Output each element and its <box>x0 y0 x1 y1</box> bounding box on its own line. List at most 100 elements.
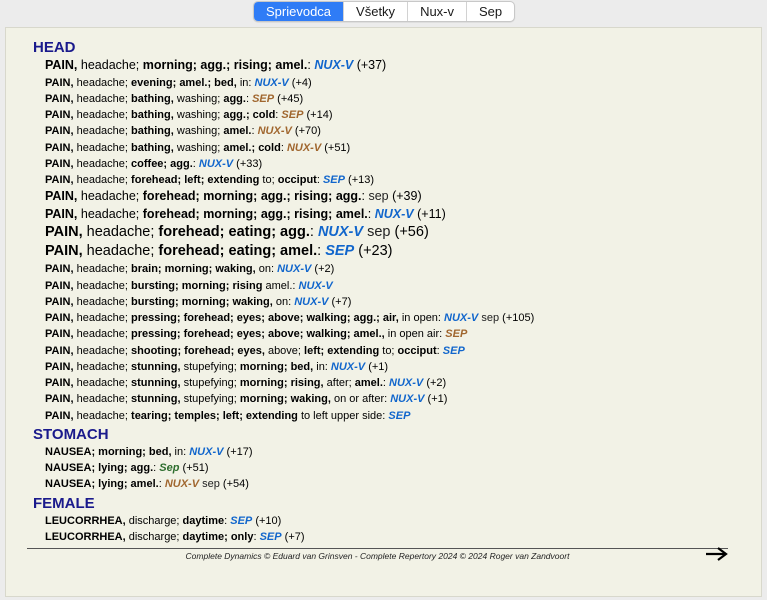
rubric-term: bathing, <box>131 92 174 105</box>
rubric-text: discharge; <box>125 530 183 543</box>
rubric-row[interactable]: NAUSEA; lying; amel.: NUX-V sep (+54) <box>33 476 743 492</box>
rubric-row[interactable]: PAIN, headache; forehead; morning; agg.;… <box>33 206 743 224</box>
remedy-link[interactable]: sep <box>367 224 390 240</box>
rubric-row[interactable]: PAIN, headache; forehead; eating; amel.:… <box>33 242 743 261</box>
remedy-link[interactable]: SEP <box>388 410 410 422</box>
rubric-text: (+51) <box>179 462 209 474</box>
rubric-text: headache; <box>73 174 132 186</box>
rubric-term: PAIN, <box>45 377 74 389</box>
rubric-text: (+4) <box>288 76 312 89</box>
rubric-text: in open air: <box>384 328 446 341</box>
rubric-term: morning; agg.; rising; amel. <box>142 58 308 72</box>
remedy-link[interactable]: NUX-V <box>255 77 289 89</box>
rubric-term: bathing, <box>131 109 174 121</box>
rubric-row[interactable]: PAIN, headache; tearing; temples; left; … <box>33 408 743 424</box>
rubric-text: headache; <box>77 189 143 204</box>
rubric-term: morning; waking, <box>239 393 331 406</box>
rubric-text: washing; <box>173 92 224 105</box>
arrow-right-icon[interactable] <box>705 546 729 562</box>
remedy-link[interactable]: NUX-V <box>314 58 353 72</box>
rubric-term: occiput <box>397 344 437 357</box>
tab-sep[interactable]: Sep <box>466 2 514 21</box>
rubric-text: headache; <box>73 92 132 105</box>
rubric-term: NAUSEA; morning; bed, <box>45 445 172 458</box>
rubric-row[interactable]: LEUCORRHEA, discharge; daytime; only: SE… <box>33 529 743 545</box>
remedy-link[interactable]: NUX-V <box>165 478 199 490</box>
chapter-heading[interactable]: STOMACH <box>33 426 743 444</box>
rubric-term: tearing; temples; left; extending <box>131 409 298 422</box>
rubric-text: (+1) <box>424 393 448 406</box>
remedy-link[interactable]: NUX-V <box>199 158 233 170</box>
rubric-text: stupefying; <box>180 360 240 373</box>
rubric-text: headache; <box>73 312 132 324</box>
rubric-text: headache; <box>82 224 159 241</box>
remedy-link[interactable]: NUX-V <box>258 125 292 137</box>
rubric-row[interactable]: PAIN, headache; brain; morning; waking, … <box>33 261 743 277</box>
rubric-term: PAIN, <box>45 92 74 105</box>
rubric-text: in open: <box>398 312 445 324</box>
rubric-row[interactable]: PAIN, headache; forehead; eating; agg.: … <box>33 223 743 242</box>
remedy-link[interactable]: SEP <box>325 243 354 259</box>
rubric-row[interactable]: PAIN, headache; morning; agg.; rising; a… <box>33 57 743 75</box>
chapter-heading[interactable]: FEMALE <box>33 495 743 513</box>
remedy-link[interactable]: sep <box>202 478 220 490</box>
rubric-term: forehead; left; extending <box>131 174 260 186</box>
tab-nux-v[interactable]: Nux-v <box>407 2 466 21</box>
remedy-link[interactable]: Sep <box>159 462 179 474</box>
rubric-row[interactable]: PAIN, headache; bathing, washing; agg.: … <box>33 91 743 107</box>
rubric-row[interactable]: PAIN, headache; forehead; left; extendin… <box>33 172 743 188</box>
remedy-link[interactable]: sep <box>481 312 499 324</box>
remedy-link[interactable]: NUX-V <box>389 377 423 389</box>
tab-sprievodca[interactable]: Sprievodca <box>254 2 344 21</box>
rubric-text: headache; <box>73 157 132 170</box>
rubric-term: PAIN, <box>45 279 74 292</box>
remedy-link[interactable]: NUX-V <box>277 263 311 275</box>
rubric-row[interactable]: PAIN, headache; pressing; forehead; eyes… <box>33 326 743 342</box>
rubric-row[interactable]: PAIN, headache; bathing, washing; amel.;… <box>33 140 743 156</box>
rubric-row[interactable]: PAIN, headache; bursting; morning; risin… <box>33 278 743 294</box>
remedy-link[interactable]: SEP <box>443 345 465 357</box>
rubric-row[interactable]: NAUSEA; lying; agg.: Sep (+51) <box>33 460 743 476</box>
remedy-link[interactable]: SEP <box>281 109 303 121</box>
remedy-link[interactable]: SEP <box>230 515 252 527</box>
remedy-link[interactable]: SEP <box>252 93 274 105</box>
remedy-link[interactable]: NUX-V <box>331 361 365 373</box>
remedy-link[interactable]: SEP <box>323 174 345 186</box>
remedy-link[interactable]: NUX-V <box>189 446 223 458</box>
rubric-term: pressing; forehead; eyes; above; walking… <box>131 312 399 324</box>
remedy-link[interactable]: NUX-V <box>444 312 478 324</box>
rubric-row[interactable]: LEUCORRHEA, discharge; daytime: SEP (+10… <box>33 513 743 529</box>
remedy-link[interactable]: NUX-V <box>390 393 424 405</box>
remedy-link[interactable]: NUX-V <box>375 207 414 221</box>
rubric-term: LEUCORRHEA, <box>45 530 126 543</box>
rubric-row[interactable]: NAUSEA; morning; bed, in: NUX-V (+17) <box>33 444 743 460</box>
rubric-text: (+11) <box>413 206 446 221</box>
remedy-link[interactable]: NUX-V <box>294 296 328 308</box>
rubric-row[interactable]: PAIN, headache; evening; amel.; bed, in:… <box>33 75 743 91</box>
tab-vsetky[interactable]: Všetky <box>343 2 407 21</box>
rubric-text: : <box>317 243 326 260</box>
rubric-term: PAIN, <box>45 409 74 422</box>
rubric-row[interactable]: PAIN, headache; bursting; morning; wakin… <box>33 294 743 310</box>
remedy-link[interactable]: sep <box>368 189 388 203</box>
rubric-term: stunning, <box>131 393 181 406</box>
remedy-link[interactable]: NUX-V <box>287 142 321 154</box>
remedy-link[interactable]: SEP <box>260 531 282 543</box>
rubric-row[interactable]: PAIN, headache; stunning, stupefying; mo… <box>33 375 743 391</box>
rubric-row[interactable]: PAIN, headache; bathing, washing; agg.; … <box>33 107 743 123</box>
rubric-term: PAIN, <box>45 360 74 373</box>
remedy-link[interactable]: SEP <box>445 328 467 340</box>
remedy-link[interactable]: NUX-V <box>318 224 363 240</box>
rubric-row[interactable]: PAIN, headache; stunning, stupefying; mo… <box>33 391 743 407</box>
rubric-text: on: <box>255 263 278 276</box>
rubric-row[interactable]: PAIN, headache; stunning, stupefying; mo… <box>33 359 743 375</box>
rubric-text: (+2) <box>311 263 335 276</box>
rubric-row[interactable]: PAIN, headache; coffee; agg.: NUX-V (+33… <box>33 156 743 172</box>
rubric-row[interactable]: PAIN, headache; pressing; forehead; eyes… <box>33 310 743 326</box>
rubric-term: PAIN, <box>45 174 74 186</box>
chapter-heading[interactable]: HEAD <box>33 39 743 57</box>
remedy-link[interactable]: NUX-V <box>299 280 333 292</box>
rubric-row[interactable]: PAIN, headache; shooting; forehead; eyes… <box>33 343 743 359</box>
rubric-row[interactable]: PAIN, headache; forehead; morning; agg.;… <box>33 188 743 206</box>
rubric-row[interactable]: PAIN, headache; bathing, washing; amel.:… <box>33 123 743 139</box>
